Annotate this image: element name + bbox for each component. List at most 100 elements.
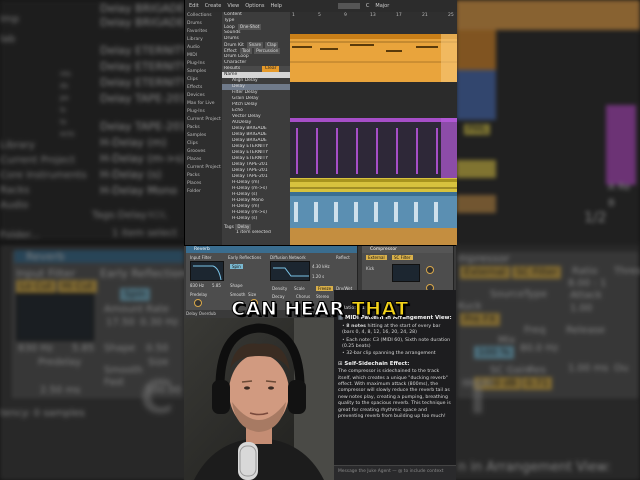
ruler-tick[interactable]: 13 <box>370 13 376 18</box>
rack-predelay: Predelay <box>190 292 208 297</box>
rack-freeze[interactable]: Freeze <box>316 286 334 291</box>
reverb-title[interactable]: Reverb <box>186 246 357 253</box>
rack-external[interactable]: External <box>366 255 387 260</box>
browser-category[interactable]: Grooves <box>185 148 222 156</box>
browser-category[interactable]: Packs <box>185 124 222 132</box>
bg-caption-right: T <box>462 370 494 424</box>
track-audio-blue[interactable] <box>290 192 457 228</box>
rack-spin[interactable]: Spin <box>230 264 243 269</box>
results-label: Results <box>224 66 241 71</box>
timeline-ruler: 1 5 9 13 17 21 25 <box>290 12 457 34</box>
bg-device: H-Delay (s) <box>100 168 162 181</box>
browser-category[interactable]: Library <box>185 36 222 44</box>
diffusion-display[interactable] <box>270 261 310 281</box>
filter-rows: Content Type Loop One-Shot Sounds Drums Drum K… <box>222 12 290 66</box>
bg-device: H-Delay (m) <box>100 136 167 149</box>
scale-select[interactable]: Major <box>375 3 389 9</box>
browser-category[interactable]: Samples <box>185 132 222 140</box>
bg-page: 1/2 <box>584 210 607 226</box>
ruler-tick[interactable]: 17 <box>396 13 402 18</box>
browser-category[interactable]: Clips <box>185 76 222 84</box>
bg-res: Res <box>528 365 546 376</box>
browser-category[interactable]: Audio <box>185 44 222 52</box>
browser-category[interactable]: Clips <box>185 140 222 148</box>
bg-sc-filter: SC Filter <box>512 266 562 279</box>
webcam-video: Delay Overdub <box>184 310 334 480</box>
bg-cat: Audio <box>0 200 29 211</box>
browser-category[interactable]: Devices <box>185 92 222 100</box>
bg-freq2: 5.85 <box>72 343 95 354</box>
browser-category[interactable]: Packs <box>185 172 222 180</box>
menu-options[interactable]: Options <box>245 3 264 9</box>
rack-sc-filter[interactable]: SC Filter <box>392 255 413 260</box>
ratio-knob[interactable] <box>426 266 434 274</box>
browser-category[interactable]: Favorites <box>185 28 222 36</box>
bg-partial: ls <box>60 106 66 114</box>
browser-category[interactable]: Drums <box>185 20 222 28</box>
rack-smooth: Smooth <box>230 292 246 297</box>
key-select[interactable]: C <box>366 3 370 9</box>
bg-type: Type <box>524 289 547 300</box>
bg-device: Delay ETERNITY <box>100 76 189 89</box>
menu-help[interactable]: Help <box>270 3 281 9</box>
compressor-title[interactable]: Compressor <box>362 246 453 253</box>
browser-category[interactable]: Effects <box>185 84 222 92</box>
browser-category[interactable]: Plug-Ins <box>185 108 222 116</box>
browser-category[interactable]: MIDI <box>185 52 222 60</box>
track-yellow[interactable] <box>290 178 457 192</box>
bg-mix: Mix <box>498 335 516 346</box>
browser-category[interactable]: Places <box>185 156 222 164</box>
file-item[interactable]: H-Delay (s) <box>222 216 290 222</box>
transport-display[interactable] <box>337 3 360 9</box>
bg-partial: lab <box>0 34 16 45</box>
bg-lo-cut: Lo Cut <box>16 280 56 293</box>
bg-smooth: Smooth <box>104 365 143 376</box>
bg-cat: Racks <box>0 185 30 196</box>
rack-val2: 5.85 <box>212 283 221 288</box>
ruler-tick[interactable]: 25 <box>448 13 454 18</box>
bg-release: Release <box>566 325 606 336</box>
browser-panel: Collections Drums Favorites Library Audio MID… <box>185 12 290 245</box>
bg-smooth-val: Fast <box>104 377 125 388</box>
bg-ratio: Ratio <box>572 266 598 277</box>
filter-pill[interactable]: Percussion <box>254 48 281 54</box>
track-purple[interactable] <box>290 118 457 178</box>
menu-view[interactable]: View <box>227 3 239 9</box>
browser-category[interactable]: Current Project <box>185 116 222 124</box>
browser-category[interactable]: Collections <box>185 12 222 20</box>
browser-category[interactable]: Folder <box>185 188 222 196</box>
bg-b-return: B <box>608 198 615 209</box>
track-empty[interactable] <box>290 82 457 118</box>
filter-label: Character <box>224 60 247 65</box>
menu-edit[interactable]: Edit <box>189 3 199 9</box>
browser-category[interactable]: Plug-Ins <box>185 60 222 68</box>
ruler-tick[interactable]: 1 <box>292 13 295 18</box>
sidechain-eq-display[interactable] <box>392 264 420 282</box>
input-filter-display[interactable] <box>190 261 224 281</box>
browser-category[interactable]: Samples <box>185 68 222 76</box>
bg-device: Delay ETERNITY <box>100 44 189 57</box>
track-midi-orange[interactable] <box>290 34 457 82</box>
chat-input[interactable]: Message the Juke Agent — @ to include co… <box>334 465 456 480</box>
clear-button[interactable]: Clear <box>261 66 280 72</box>
bg-freq1: 830 Hz <box>18 343 54 354</box>
menu-create[interactable]: Create <box>205 3 222 9</box>
bg-rate: Rate <box>146 304 169 315</box>
track-orange-bottom[interactable] <box>290 228 457 245</box>
bg-freq: Freq <box>524 325 546 336</box>
bg-partial: pe <box>60 94 69 102</box>
filter-label: Sounds <box>224 30 241 35</box>
browser-category[interactable]: Places <box>185 180 222 188</box>
browser-category[interactable]: Current Project <box>185 164 222 172</box>
bg-res-val: 0.71 <box>522 377 553 390</box>
ruler-tick[interactable]: 9 <box>344 13 347 18</box>
rack-kick[interactable]: Kick <box>366 266 374 271</box>
rack-early-ref: Early Reflections <box>228 255 262 260</box>
browser-category[interactable]: Max for Live <box>185 100 222 108</box>
bg-device: Delay TAPE-201 <box>100 120 187 133</box>
bg-attack-val: 1.00 <box>570 303 593 314</box>
rack-freq: 830 Hz <box>190 283 205 288</box>
bg-partial: Imp <box>0 14 20 25</box>
ruler-tick[interactable]: 21 <box>422 13 428 18</box>
ruler-tick[interactable]: 5 <box>318 13 321 18</box>
